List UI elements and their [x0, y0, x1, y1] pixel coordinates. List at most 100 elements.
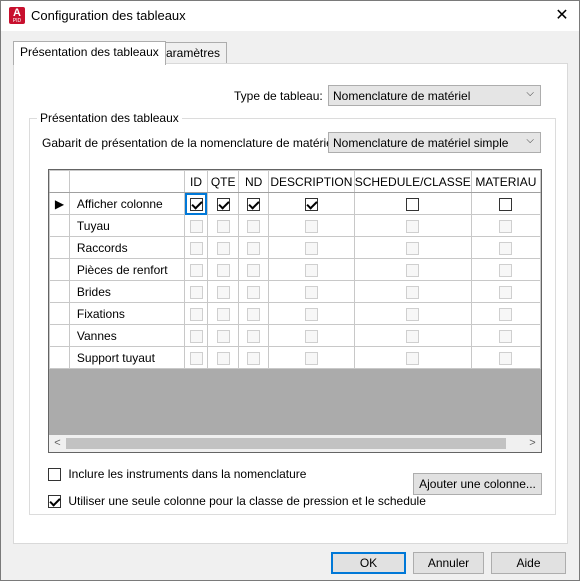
grid-cell[interactable] — [268, 258, 355, 281]
column-checkbox[interactable] — [216, 197, 230, 211]
grid-cell[interactable] — [206, 236, 240, 259]
chevron-down-icon: ⌵ — [526, 135, 534, 146]
grid-cell[interactable] — [206, 280, 240, 303]
grid-cell[interactable] — [268, 346, 355, 369]
column-checkbox[interactable] — [247, 197, 261, 211]
row-header-cell[interactable] — [49, 236, 70, 259]
grid-cell[interactable] — [238, 192, 270, 215]
column-checkbox — [189, 285, 203, 299]
column-checkbox — [247, 285, 261, 299]
column-checkbox[interactable] — [499, 197, 513, 211]
add-column-button[interactable]: Ajouter une colonne... — [413, 473, 542, 495]
column-checkbox — [216, 285, 230, 299]
column-header[interactable]: MATERIAU — [470, 170, 541, 193]
current-row-indicator-icon[interactable]: ▶ — [49, 192, 70, 215]
table-row[interactable]: Pièces de renfort — [49, 258, 541, 281]
grid-cell[interactable] — [268, 236, 355, 259]
table-row[interactable]: Brides — [49, 280, 541, 303]
help-button[interactable]: Aide — [491, 552, 566, 574]
table-row[interactable]: Support tuyaut — [49, 346, 541, 369]
grid-cell[interactable] — [353, 214, 472, 237]
ok-button[interactable]: OK — [331, 552, 406, 574]
table-row[interactable]: ▶ Afficher colonne — [49, 192, 541, 215]
row-header-cell[interactable] — [49, 346, 70, 369]
grid-cell[interactable] — [206, 302, 240, 325]
grid-cell[interactable] — [206, 192, 240, 215]
table-type-select[interactable]: Nomenclature de matériel ⌵ — [328, 85, 541, 106]
grid-cell[interactable] — [238, 258, 270, 281]
row-header-cell[interactable] — [49, 302, 70, 325]
single-column-option[interactable]: Utiliser une seule colonne pour la class… — [48, 494, 426, 509]
grid-cell[interactable] — [470, 236, 541, 259]
grid-cell[interactable] — [184, 280, 208, 303]
grid-cell[interactable] — [238, 302, 270, 325]
grid-cell[interactable] — [470, 280, 541, 303]
scroll-left-icon[interactable]: < — [49, 435, 66, 452]
grid-cell[interactable] — [268, 192, 355, 215]
grid-cell[interactable] — [470, 324, 541, 347]
grid-cell[interactable] — [184, 192, 208, 215]
table-row[interactable]: Tuyau — [49, 214, 541, 237]
single-column-checkbox[interactable] — [48, 495, 61, 509]
grid-cell[interactable] — [184, 236, 208, 259]
row-header-cell[interactable] — [49, 258, 70, 281]
grid-cell[interactable] — [353, 236, 472, 259]
grid-cell[interactable] — [353, 302, 472, 325]
grid-cell[interactable] — [470, 258, 541, 281]
grid-cell[interactable] — [184, 302, 208, 325]
column-header[interactable]: DESCRIPTION — [268, 170, 355, 193]
scrollbar-thumb[interactable] — [66, 438, 506, 449]
template-select[interactable]: Nomenclature de matériel simple ⌵ — [328, 132, 541, 153]
grid-cell[interactable] — [238, 236, 270, 259]
cancel-button[interactable]: Annuler — [413, 552, 484, 574]
grid-cell[interactable] — [238, 324, 270, 347]
column-checkbox[interactable] — [406, 197, 420, 211]
grid-cell[interactable] — [470, 302, 541, 325]
scroll-right-icon[interactable]: > — [524, 435, 541, 452]
row-name-cell: Vannes — [68, 324, 186, 347]
table-row[interactable]: Vannes — [49, 324, 541, 347]
column-header[interactable]: ID — [184, 170, 208, 193]
row-header-cell[interactable] — [49, 324, 70, 347]
grid-cell[interactable] — [353, 192, 472, 215]
grid-cell[interactable] — [470, 346, 541, 369]
column-header[interactable]: ND — [238, 170, 270, 193]
include-instruments-checkbox[interactable] — [48, 468, 61, 482]
grid-cell[interactable] — [206, 346, 240, 369]
row-header-cell[interactable] — [49, 214, 70, 237]
close-icon[interactable]: ✕ — [551, 5, 573, 27]
column-checkbox — [189, 219, 203, 233]
grid-cell[interactable] — [470, 214, 541, 237]
horizontal-scrollbar[interactable]: < > — [49, 435, 541, 452]
grid-cell[interactable] — [268, 280, 355, 303]
table-row[interactable]: Fixations — [49, 302, 541, 325]
grid-cell[interactable] — [353, 280, 472, 303]
grid-cell[interactable] — [184, 324, 208, 347]
grid-cell[interactable] — [353, 346, 472, 369]
column-checkbox[interactable] — [189, 197, 203, 211]
grid-cell[interactable] — [184, 214, 208, 237]
grid-cell[interactable] — [353, 258, 472, 281]
row-header-cell[interactable] — [49, 280, 70, 303]
grid-cell[interactable] — [238, 214, 270, 237]
grid-cell[interactable] — [238, 346, 270, 369]
column-checkbox — [216, 351, 230, 365]
grid-cell[interactable] — [268, 324, 355, 347]
column-checkbox[interactable] — [304, 197, 318, 211]
tab-table-layout[interactable]: Présentation des tableaux — [13, 41, 166, 65]
grid-cell[interactable] — [470, 192, 541, 215]
include-instruments-option[interactable]: Inclure les instruments dans la nomencla… — [48, 467, 306, 482]
grid-cell[interactable] — [268, 302, 355, 325]
column-header[interactable]: SCHEDULE/CLASSE — [353, 170, 472, 193]
grid-cell[interactable] — [206, 258, 240, 281]
grid-cell[interactable] — [206, 214, 240, 237]
grid-cell[interactable] — [206, 324, 240, 347]
grid-cell[interactable] — [268, 214, 355, 237]
grid-cell[interactable] — [184, 258, 208, 281]
grid-cell[interactable] — [184, 346, 208, 369]
table-row[interactable]: Raccords — [49, 236, 541, 259]
column-grid[interactable]: ID QTE ND DESCRIPTION SCHEDULE/CLASSE MA… — [48, 169, 542, 453]
grid-cell[interactable] — [238, 280, 270, 303]
grid-cell[interactable] — [353, 324, 472, 347]
column-header[interactable]: QTE — [206, 170, 240, 193]
